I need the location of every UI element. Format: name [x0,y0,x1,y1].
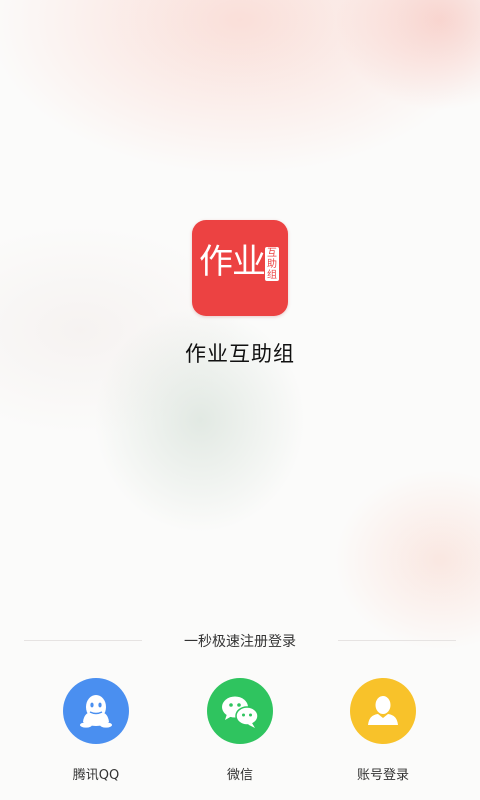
qq-login-button[interactable]: 腾讯QQ [51,678,141,783]
user-silhouette-icon [368,696,398,725]
qq-login-circle[interactable] [63,678,129,744]
account-login-button[interactable]: 账号登录 [338,678,428,783]
wechat-chat-bubbles-icon [222,696,259,728]
app-name: 作业互助组 [185,342,295,366]
app-logo: 作业 互助组 [192,220,288,316]
wechat-login-circle[interactable] [207,678,273,744]
app-logo-tag: 互助组 [265,247,279,281]
app-logo-text: 作业 [199,242,266,282]
qq-login-label: 腾讯QQ [72,768,120,783]
quick-login-title: 一秒极速注册登录 [184,634,296,650]
account-login-circle[interactable] [350,678,416,744]
wechat-login-label: 微信 [226,768,253,783]
wechat-login-button[interactable]: 微信 [195,678,285,783]
account-login-label: 账号登录 [356,768,409,783]
qq-penguin-icon [80,695,112,728]
divider-right [338,640,456,641]
